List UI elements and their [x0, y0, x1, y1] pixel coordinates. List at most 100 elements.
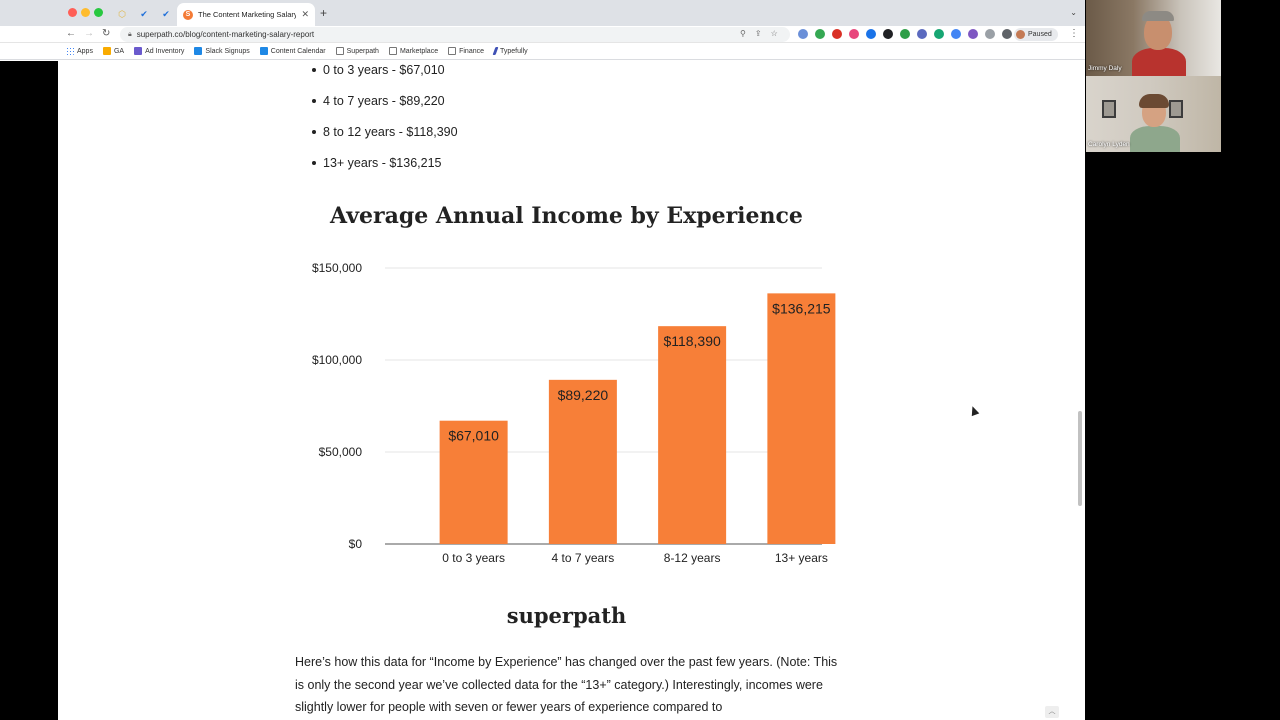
folder-icon	[388, 47, 397, 55]
folder-icon	[335, 47, 344, 55]
participant-body	[1132, 48, 1186, 76]
bar	[548, 379, 617, 544]
extension-icon[interactable]	[951, 29, 961, 39]
extension-icon[interactable]	[968, 29, 978, 39]
bookmark-content-calendar[interactable]: Content Calendar	[259, 47, 326, 55]
forward-arrow-icon[interactable]: →	[84, 28, 94, 39]
y-tick-label: $150,000	[312, 261, 362, 275]
video-tile-participant-2[interactable]: Carolyn Lyden	[1086, 76, 1221, 152]
profile-avatar	[1016, 30, 1025, 39]
list-item: 8 to 12 years - $118,390	[312, 117, 458, 148]
x-tick-label: 4 to 7 years	[552, 551, 615, 565]
superpath-su-icon	[194, 47, 203, 55]
extension-icon[interactable]	[934, 29, 944, 39]
extensions	[798, 29, 1029, 39]
left-black-margin	[0, 61, 58, 720]
bar-value-label: $118,390	[663, 333, 721, 349]
bookmark-folder-finance[interactable]: Finance	[448, 47, 484, 55]
list-item: 4 to 7 years - $89,220	[312, 86, 458, 117]
tab-active[interactable]: S The Content Marketing Salary ✕	[177, 3, 315, 26]
hair-shape	[1139, 94, 1169, 108]
bookmark-folder-marketplace[interactable]: Marketplace	[388, 47, 438, 55]
extension-icon[interactable]	[985, 29, 995, 39]
browser-window: ⬡ ✔ ✔ S The Content Marketing Salary ✕ +…	[0, 0, 1085, 720]
share-icon[interactable]: ⇪	[755, 29, 762, 38]
participant-name: Jimmy Daly	[1088, 65, 1122, 72]
extension-icon[interactable]	[866, 29, 876, 39]
x-tick-label: 13+ years	[775, 551, 828, 565]
url-text[interactable]: superpath.co/blog/content-marketing-sala…	[137, 30, 314, 39]
bookmark-slack-signups[interactable]: Slack Signups	[194, 47, 250, 55]
typefully-pen-icon	[492, 47, 499, 55]
zoom-icon[interactable]: ⚲	[740, 29, 746, 38]
tab-search-chevron-icon[interactable]: ⌄	[1070, 8, 1077, 17]
x-tick-label: 0 to 3 years	[442, 551, 505, 565]
participant-body	[1130, 126, 1180, 152]
bookmark-ad-inventory[interactable]: Ad Inventory	[134, 47, 184, 55]
bookmark-ga[interactable]: GA	[102, 47, 124, 55]
y-tick-label: $50,000	[319, 445, 363, 459]
chart-title: Average Annual Income by Experience	[330, 203, 803, 229]
extension-icon[interactable]	[849, 29, 859, 39]
y-tick-label: $100,000	[312, 353, 362, 367]
tab-bar: ⬡ ✔ ✔ S The Content Marketing Salary ✕ +…	[0, 0, 1085, 26]
extension-icon[interactable]	[900, 29, 910, 39]
participant-name: Carolyn Lyden	[1088, 141, 1130, 148]
bookmark-folder-superpath[interactable]: Superpath	[335, 47, 379, 55]
lock-icon[interactable]: 🔒︎	[128, 31, 132, 39]
scrollbar-thumb[interactable]	[1078, 411, 1082, 506]
bar-value-label: $67,010	[448, 428, 499, 444]
back-arrow-icon[interactable]: ←	[66, 28, 76, 39]
bar-value-label: $136,215	[772, 300, 831, 316]
new-tab-plus-icon[interactable]: +	[320, 7, 327, 19]
y-tick-label: $0	[349, 537, 363, 551]
analytics-icon	[102, 47, 111, 55]
nav-buttons: ← → ↻	[66, 28, 110, 39]
scroll-to-top-chevron-icon[interactable]: ︿	[1045, 706, 1059, 718]
extension-icon[interactable]	[883, 29, 893, 39]
bar	[767, 293, 836, 544]
address-bar[interactable]: 🔒︎ superpath.co/blog/content-marketing-s…	[120, 27, 790, 42]
page-content: 0 to 3 years - $67,010 4 to 7 years - $8…	[0, 61, 1085, 720]
video-call-panel: Jimmy Daly Carolyn Lyden	[1085, 0, 1280, 720]
profile-paused-button[interactable]: Paused	[1014, 28, 1058, 41]
video-tile-participant-1[interactable]: Jimmy Daly	[1086, 0, 1221, 76]
extension-icon[interactable]	[832, 29, 842, 39]
extension-icon[interactable]	[917, 29, 927, 39]
wall-frame	[1169, 100, 1183, 118]
superpath-logo-text: superpath	[506, 603, 627, 628]
bookmark-typefully[interactable]: Typefully	[492, 47, 528, 55]
extensions-puzzle-icon[interactable]	[1002, 29, 1012, 39]
reload-icon[interactable]: ↻	[102, 28, 110, 39]
address-bar-actions: ⚲ ⇪ ☆	[740, 29, 778, 38]
superpath-favicon-icon: S	[183, 9, 193, 20]
pinned-tab-check-icon[interactable]: ✔	[136, 6, 152, 22]
superpath-su-icon	[259, 47, 268, 55]
pinned-tab-check-icon[interactable]: ✔	[158, 6, 174, 22]
pinned-tabs: ⬡ ✔ ✔	[114, 6, 174, 22]
maximize-window-button[interactable]	[94, 8, 103, 17]
bookmark-apps[interactable]: Apps	[66, 47, 93, 55]
cap-shape	[1142, 11, 1174, 21]
list-item: 13+ years - $136,215	[312, 148, 458, 179]
pinned-tab-drive-icon[interactable]: ⬡	[114, 6, 130, 22]
close-window-button[interactable]	[68, 8, 77, 17]
income-bar-chart: $0 $50,000 $100,000 $150,000 $67,010 0 to 3 y…	[312, 261, 836, 565]
list-item: 0 to 3 years - $67,010	[312, 61, 458, 86]
bookmarks-bar: Apps GA Ad Inventory Slack Signups Conte…	[0, 43, 1085, 60]
extension-icon[interactable]	[798, 29, 808, 39]
browser-menu-icon[interactable]: ⋮	[1069, 28, 1079, 39]
x-tick-label: 8-12 years	[664, 551, 721, 565]
folder-icon	[448, 47, 457, 55]
toolbar: ← → ↻ 🔒︎ superpath.co/blog/content-marke…	[0, 26, 1085, 43]
bookmark-star-icon[interactable]: ☆	[771, 29, 778, 38]
article-paragraph: Here’s how this data for “Income by Expe…	[295, 655, 838, 714]
tab-title: The Content Marketing Salary	[198, 10, 297, 19]
mouse-cursor-icon	[968, 404, 980, 417]
tab-close-icon[interactable]: ✕	[301, 9, 309, 20]
window-controls	[68, 8, 103, 17]
ad-inventory-icon	[134, 47, 143, 55]
minimize-window-button[interactable]	[81, 8, 90, 17]
paused-label: Paused	[1028, 31, 1052, 38]
extension-icon[interactable]	[815, 29, 825, 39]
